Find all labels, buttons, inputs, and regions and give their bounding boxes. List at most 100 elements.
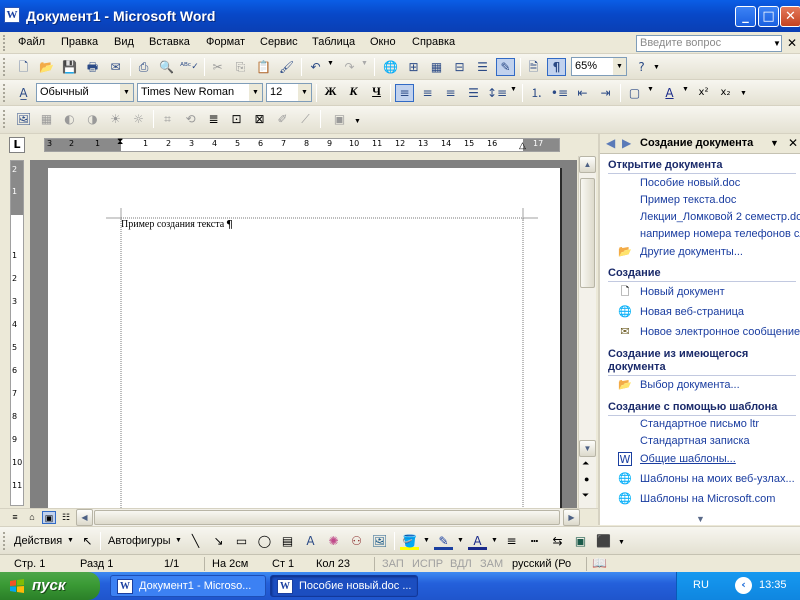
new-document-link[interactable]: Новый документ (640, 286, 725, 298)
chevron-down-icon[interactable]: ▼ (175, 537, 182, 544)
more-documents-link[interactable]: Другие документы... (640, 246, 743, 258)
select-browse-object-icon[interactable]: ● (584, 474, 589, 484)
email-icon[interactable]: ✉ (106, 58, 125, 76)
microsoft-templates-link[interactable]: Шаблоны на Microsoft.com (640, 493, 775, 505)
clip-art-icon[interactable]: ⚇ (347, 532, 366, 550)
wordart-icon[interactable]: A (301, 532, 320, 550)
bold-button[interactable]: Ж (321, 84, 340, 102)
chevron-down-icon[interactable]: ▼ (613, 58, 626, 75)
text-box-icon[interactable]: ▤ (278, 532, 297, 550)
rectangle-icon[interactable]: ▭ (232, 532, 251, 550)
chevron-down-icon[interactable]: ▼ (67, 537, 74, 544)
scroll-thumb[interactable] (580, 178, 595, 288)
recent-document-link[interactable]: Лекции_Ломковой 2 семестр.doc (640, 211, 800, 223)
superscript-icon[interactable]: x² (694, 84, 713, 102)
ask-dropdown-icon[interactable]: ▼ (772, 36, 782, 51)
permission-icon[interactable]: 🖶 (83, 58, 102, 76)
align-right-icon[interactable]: ≡ (441, 84, 460, 102)
forward-arrow-icon[interactable]: ▶ (622, 136, 631, 150)
tables-borders-icon[interactable]: ⊞ (404, 58, 423, 76)
bullets-icon[interactable]: •≡ (550, 84, 569, 102)
chevron-down-icon[interactable]: ▼ (120, 84, 133, 101)
menu-format[interactable]: Формат (206, 36, 245, 48)
copy-icon[interactable]: ⎘ (231, 58, 250, 76)
line-spacing-dropdown-icon[interactable]: ▼ (510, 86, 517, 93)
previous-page-icon[interactable]: ⏶ (582, 458, 589, 469)
scroll-right-icon[interactable]: ▶ (563, 509, 580, 526)
insert-table-icon[interactable]: ▦ (427, 58, 446, 76)
diagram-icon[interactable]: ✺ (324, 532, 343, 550)
menu-table[interactable]: Таблица (312, 36, 355, 48)
contrast-less-icon[interactable]: ◑ (83, 110, 102, 128)
save-icon[interactable]: 💾 (60, 58, 79, 76)
drawing-toggle-icon[interactable]: ✎ (496, 58, 515, 76)
font-color-dropdown-icon[interactable]: ▼ (682, 86, 689, 93)
3d-style-icon[interactable]: ⬛ (594, 532, 613, 550)
font-select[interactable]: Times New Roman ▼ (137, 83, 263, 102)
document-close-icon[interactable]: ✕ (787, 36, 797, 50)
border-icon[interactable]: ▢ (625, 84, 644, 102)
cut-icon[interactable]: ✂ (208, 58, 227, 76)
rotate-icon[interactable]: ⟲ (181, 110, 200, 128)
spelling-icon[interactable]: ᴬᴮᶜ✓ (180, 58, 199, 76)
menu-edit[interactable]: Правка (61, 36, 98, 48)
clock[interactable]: 13:35 (759, 579, 787, 591)
template-link[interactable]: Стандартная записка (640, 435, 750, 447)
undo-dropdown-icon[interactable]: ▼ (327, 60, 334, 67)
right-indent-marker-icon[interactable]: △ (519, 140, 526, 151)
status-extend[interactable]: ВДЛ (450, 558, 472, 570)
fill-color-icon[interactable]: 🪣 (400, 532, 419, 550)
redo-dropdown-icon[interactable]: ▼ (361, 60, 368, 67)
justify-icon[interactable]: ☰ (464, 84, 483, 102)
chevron-down-icon[interactable]: ▼ (423, 537, 430, 544)
toolbar-grip[interactable] (3, 58, 6, 76)
font-size-select[interactable]: 12 ▼ (266, 83, 312, 102)
insert-excel-icon[interactable]: ⊟ (450, 58, 469, 76)
new-document-icon[interactable]: 🗋 (14, 58, 33, 76)
horizontal-ruler[interactable]: 3 2 1 1 2 3 4 5 6 7 8 9 10 11 12 13 14 1… (44, 136, 560, 152)
arrow-icon[interactable]: ↘ (209, 532, 228, 550)
next-page-icon[interactable]: ⏷ (582, 490, 589, 501)
menu-file[interactable]: Файл (18, 36, 45, 48)
taskbar-window-button[interactable]: W Пособие новый.doc ... (270, 575, 418, 597)
horizontal-scrollbar[interactable]: ◀ ▶ (76, 509, 580, 526)
font-color-icon[interactable]: A (468, 532, 487, 550)
line-style-icon[interactable]: ≣ (204, 110, 223, 128)
actions-menu[interactable]: Действия (14, 535, 62, 547)
menu-insert[interactable]: Вставка (149, 36, 190, 48)
menu-window[interactable]: Окно (370, 36, 396, 48)
choose-document-link[interactable]: Выбор документа... (640, 379, 740, 391)
menu-help[interactable]: Справка (412, 36, 455, 48)
general-templates-link[interactable]: Общие шаблоны... (640, 453, 736, 465)
show-formatting-icon[interactable]: ¶ (547, 58, 566, 76)
minimize-button[interactable]: _ (735, 6, 756, 27)
ask-question-input[interactable]: Введите вопрос (636, 35, 782, 52)
toolbar-options-icon[interactable]: ▼ (653, 64, 660, 71)
line-style-icon[interactable]: ≡ (502, 532, 521, 550)
styles-formatting-icon[interactable]: A̲ (14, 84, 33, 102)
oval-icon[interactable]: ◯ (255, 532, 274, 550)
print-preview-icon[interactable]: 🔍 (157, 58, 176, 76)
recent-document-link[interactable]: например номера телефонов слу (640, 228, 800, 240)
toolbar-grip[interactable] (3, 532, 6, 550)
toolbar-options-icon[interactable]: ▼ (354, 118, 361, 125)
italic-button[interactable]: К (344, 84, 363, 102)
style-select[interactable]: Обычный ▼ (36, 83, 134, 102)
decrease-indent-icon[interactable]: ⇤ (573, 84, 592, 102)
underline-button[interactable]: Ч (367, 84, 386, 102)
select-objects-icon[interactable]: ↖ (78, 532, 97, 550)
toolbar-grip[interactable] (3, 110, 6, 128)
dash-style-icon[interactable]: ┅ (525, 532, 544, 550)
line-spacing-icon[interactable]: ↕≡ (487, 84, 507, 102)
status-record[interactable]: ЗАП (382, 558, 404, 570)
scroll-down-icon[interactable]: ▼ (579, 440, 596, 457)
print-icon[interactable]: ⎙ (134, 58, 153, 76)
menu-tools[interactable]: Сервис (260, 36, 298, 48)
paste-icon[interactable]: 📋 (254, 58, 273, 76)
toolbar-grip[interactable] (3, 84, 6, 102)
new-web-page-link[interactable]: Новая веб-страница (640, 306, 744, 318)
chevron-down-icon[interactable]: ▼ (298, 84, 311, 101)
help-icon[interactable]: ? (632, 58, 651, 76)
document-text[interactable]: Пример создания текста (121, 219, 224, 230)
new-email-link[interactable]: Новое электронное сообщение (640, 326, 800, 338)
